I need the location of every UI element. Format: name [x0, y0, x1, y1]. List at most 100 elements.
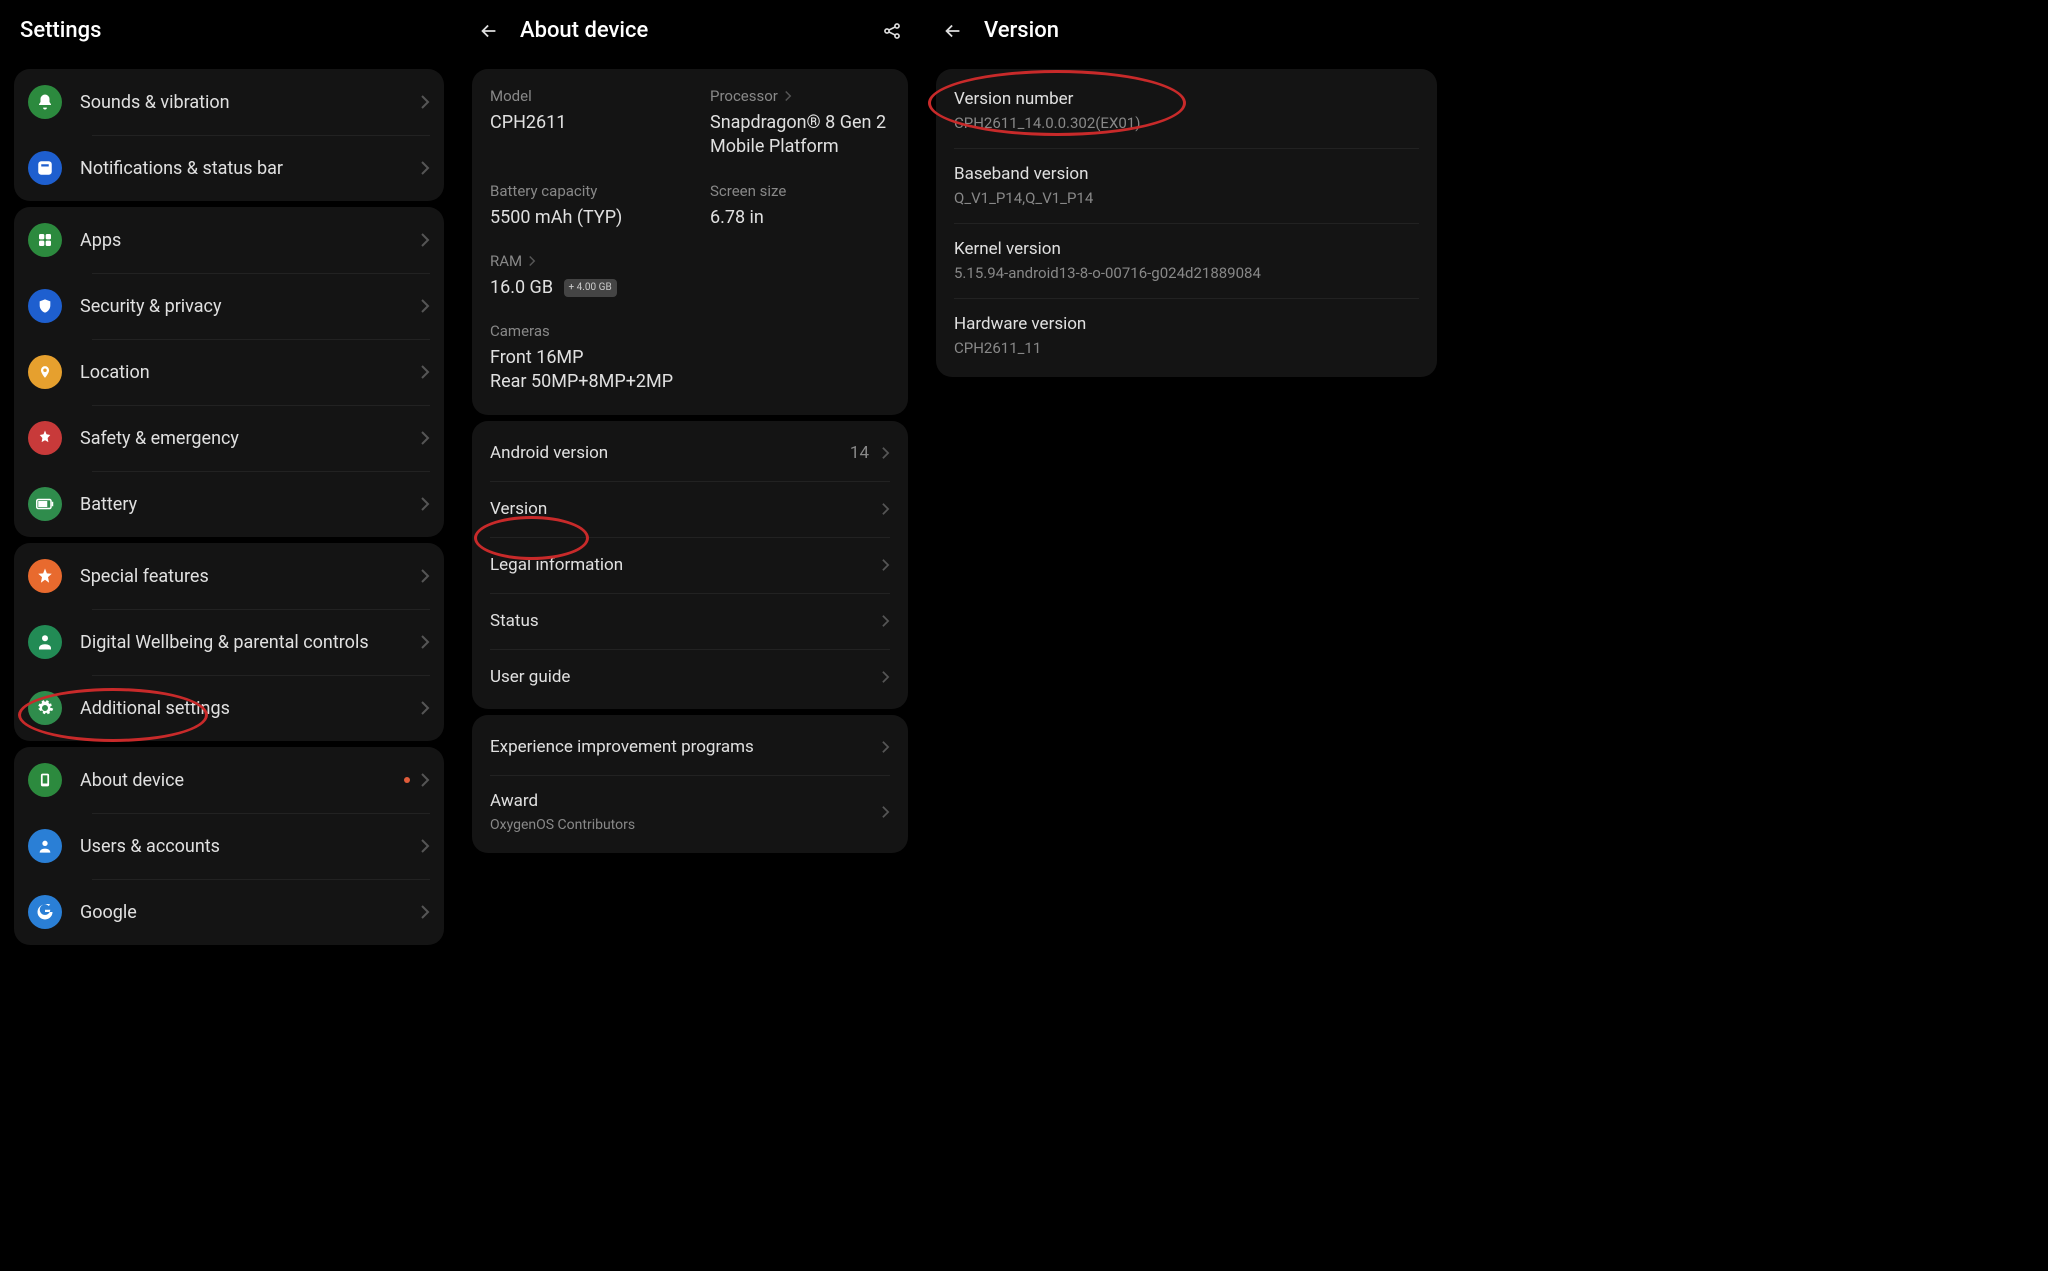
chevron-right-icon [881, 502, 890, 516]
version-label: Hardware version [954, 314, 1419, 334]
battery-item[interactable]: Battery [14, 471, 444, 537]
user-guide-item[interactable]: User guide [472, 649, 908, 705]
version-label: Baseband version [954, 164, 1419, 184]
about-device-item[interactable]: About device [14, 747, 444, 813]
spec-label: Cameras [490, 322, 890, 340]
version-panel: Version Version number CPH2611_14.0.0.30… [922, 0, 1451, 900]
security-privacy-item[interactable]: Security & privacy [14, 273, 444, 339]
item-label: Additional settings [80, 698, 420, 719]
info-sub: OxygenOS Contributors [490, 817, 881, 833]
item-label: Battery [80, 494, 420, 515]
status-item[interactable]: Status [472, 593, 908, 649]
info-label: Award [490, 791, 881, 811]
item-label: Special features [80, 566, 420, 587]
about-title-row: About device [458, 0, 922, 63]
google-item[interactable]: Google [14, 879, 444, 945]
emergency-icon [28, 421, 62, 455]
chevron-right-icon [420, 904, 430, 920]
item-label: Location [80, 362, 420, 383]
item-label: Safety & emergency [80, 428, 420, 449]
screen-block: Screen size 6.78 in [710, 182, 890, 230]
phone-icon [28, 763, 62, 797]
chevron-right-icon [420, 364, 430, 380]
chevron-right-icon [420, 634, 430, 650]
baseband-version-item[interactable]: Baseband version Q_V1_P14,Q_V1_P14 [936, 148, 1437, 223]
info-label: Experience improvement programs [490, 737, 881, 757]
page-title: Settings [20, 18, 101, 43]
battery-icon [28, 487, 62, 521]
battery-block: Battery capacity 5500 mAh (TYP) [490, 182, 670, 230]
page-title: Version [984, 18, 1059, 43]
version-label: Version number [954, 89, 1419, 109]
version-value: CPH2611_14.0.0.302(EX01) [954, 114, 1419, 132]
users-accounts-item[interactable]: Users & accounts [14, 813, 444, 879]
chevron-right-icon [420, 160, 430, 176]
google-icon [28, 895, 62, 929]
ram-label-text: RAM [490, 252, 522, 270]
chevron-right-icon [784, 90, 792, 102]
kernel-version-item[interactable]: Kernel version 5.15.94-android13-8-o-007… [936, 223, 1437, 298]
android-version-item[interactable]: Android version 14 [472, 425, 908, 481]
spec-value: Snapdragon® 8 Gen 2 Mobile Platform [710, 111, 890, 160]
spec-value: 16.0 GB + 4.00 GB [490, 276, 890, 300]
spec-label: Model [490, 87, 670, 105]
version-value: CPH2611_11 [954, 339, 1419, 357]
chevron-right-icon [881, 740, 890, 754]
legal-information-item[interactable]: Legal information [472, 537, 908, 593]
chevron-right-icon [528, 255, 536, 267]
settings-group-3: Special features Digital Wellbeing & par… [14, 543, 444, 741]
spec-label: Screen size [710, 182, 890, 200]
processor-block[interactable]: Processor Snapdragon® 8 Gen 2 Mobile Pla… [710, 87, 890, 160]
chevron-right-icon [420, 772, 430, 788]
star-icon [28, 559, 62, 593]
share-button[interactable] [882, 21, 902, 41]
info-value: 14 [850, 443, 869, 463]
additional-settings-item[interactable]: Additional settings [14, 675, 444, 741]
back-button[interactable] [478, 20, 500, 42]
special-features-item[interactable]: Special features [14, 543, 444, 609]
chevron-right-icon [881, 558, 890, 572]
hardware-version-item[interactable]: Hardware version CPH2611_11 [936, 298, 1437, 373]
ram-extension-badge: + 4.00 GB [564, 279, 617, 297]
about-info-list: Android version 14 Version Legal informa… [472, 421, 908, 709]
chevron-right-icon [420, 700, 430, 716]
notifications-status-item[interactable]: Notifications & status bar [14, 135, 444, 201]
notification-dot-icon [404, 777, 410, 783]
back-button[interactable] [942, 20, 964, 42]
chevron-right-icon [881, 446, 890, 460]
spec-value: 5500 mAh (TYP) [490, 206, 670, 230]
spec-value-rear: Rear 50MP+8MP+2MP [490, 370, 890, 394]
version-label: Kernel version [954, 239, 1419, 259]
device-specs-card: Model CPH2611 Processor Snapdragon® 8 Ge… [472, 69, 908, 415]
spec-value: CPH2611 [490, 111, 670, 135]
about-info-list-2: Experience improvement programs Award Ox… [472, 715, 908, 853]
version-value: Q_V1_P14,Q_V1_P14 [954, 189, 1419, 207]
item-label: Security & privacy [80, 296, 420, 317]
safety-emergency-item[interactable]: Safety & emergency [14, 405, 444, 471]
chevron-right-icon [881, 805, 890, 819]
version-number-item[interactable]: Version number CPH2611_14.0.0.302(EX01) [936, 73, 1437, 148]
location-item[interactable]: Location [14, 339, 444, 405]
chevron-right-icon [420, 94, 430, 110]
item-label: Users & accounts [80, 836, 420, 857]
item-label: Apps [80, 230, 420, 251]
processor-label-text: Processor [710, 87, 778, 105]
experience-improvement-item[interactable]: Experience improvement programs [472, 719, 908, 775]
award-item[interactable]: Award OxygenOS Contributors [472, 775, 908, 849]
info-label: Legal information [490, 555, 881, 575]
digital-wellbeing-item[interactable]: Digital Wellbeing & parental controls [14, 609, 444, 675]
apps-icon [28, 223, 62, 257]
ram-block[interactable]: RAM 16.0 GB + 4.00 GB [490, 252, 890, 300]
settings-panel: Settings Sounds & vibration Notification… [0, 0, 458, 900]
apps-item[interactable]: Apps [14, 207, 444, 273]
settings-group-4: About device Users & accounts Google [14, 747, 444, 945]
version-item[interactable]: Version [472, 481, 908, 537]
item-label: About device [80, 770, 404, 791]
chevron-right-icon [420, 232, 430, 248]
version-value: 5.15.94-android13-8-o-00716-g024d2188908… [954, 264, 1419, 282]
spec-label: RAM [490, 252, 890, 270]
sounds-vibration-item[interactable]: Sounds & vibration [14, 69, 444, 135]
model-block: Model CPH2611 [490, 87, 670, 160]
page-title: About device [520, 18, 648, 43]
spec-label: Battery capacity [490, 182, 670, 200]
